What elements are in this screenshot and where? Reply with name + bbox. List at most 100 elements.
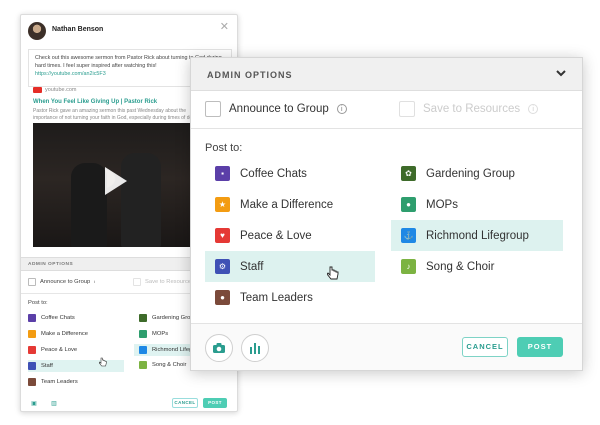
group-item-peace-love-small[interactable]: Peace & Love bbox=[28, 345, 77, 355]
admin-checkbox-row: Announce to Group i Save to Resources i bbox=[191, 91, 582, 129]
group-label: MOPs bbox=[152, 331, 169, 337]
star-icon bbox=[28, 330, 36, 338]
preview-source: youtube.com bbox=[33, 87, 77, 93]
group-item-team-leaders[interactable]: ● Team Leaders bbox=[205, 282, 375, 313]
video-person bbox=[121, 153, 161, 247]
group-item-song-choir[interactable]: ♪ Song & Choir bbox=[391, 251, 563, 282]
group-item-make-a-difference[interactable]: ★ Make a Difference bbox=[205, 189, 375, 220]
anchor-icon bbox=[139, 346, 147, 354]
group-label: Team Leaders bbox=[240, 291, 313, 304]
group-label: Staff bbox=[240, 260, 264, 273]
save-resources-label: Save to Resources bbox=[423, 103, 521, 115]
group-icon bbox=[139, 330, 147, 338]
group-label: Richmond Lifegr bbox=[152, 347, 195, 353]
person-icon: ● bbox=[215, 290, 230, 305]
chat-icon: ▪ bbox=[215, 166, 230, 181]
group-label: Richmond Lifegroup bbox=[426, 229, 529, 242]
pointer-cursor-icon bbox=[327, 266, 339, 280]
group-item-mops-small[interactable]: MOPs bbox=[139, 329, 168, 339]
modal-header: Nathan Benson ✕ bbox=[21, 15, 237, 47]
footer-icons: ▣ ▥ bbox=[28, 397, 60, 409]
checkbox[interactable] bbox=[28, 278, 36, 286]
group-label: Peace & Love bbox=[41, 347, 78, 353]
group-item-song-choir-small[interactable]: Song & Choir bbox=[139, 360, 186, 370]
group-label: Song & Choir bbox=[152, 362, 187, 368]
chat-icon bbox=[28, 314, 36, 322]
preview-source-text: youtube.com bbox=[45, 87, 77, 93]
author-name: Nathan Benson bbox=[52, 26, 104, 33]
group-item-coffee-chats[interactable]: ▪ Coffee Chats bbox=[205, 158, 375, 189]
group-label: Coffee Chats bbox=[41, 315, 75, 321]
info-icon[interactable]: i bbox=[336, 104, 347, 114]
close-icon[interactable]: ✕ bbox=[220, 22, 229, 33]
group-item-richmond-lifegroup[interactable]: ⚓ Richmond Lifegroup bbox=[391, 220, 563, 251]
link-preview-card[interactable]: youtube.com When You Feel Like Giving Up… bbox=[33, 87, 201, 247]
group-item-peace-love[interactable]: ♥ Peace & Love bbox=[205, 220, 375, 251]
info-icon: i bbox=[94, 279, 96, 284]
group-label: MOPs bbox=[426, 198, 458, 211]
group-item-gardening-small[interactable]: Gardening Group bbox=[139, 313, 197, 323]
group-item-mops[interactable]: ● MOPs bbox=[391, 189, 563, 220]
group-item-staff[interactable]: ⚙ Staff bbox=[205, 251, 375, 282]
avatar bbox=[28, 22, 46, 40]
heart-icon: ♥ bbox=[215, 228, 230, 243]
group-item-make-a-difference-small[interactable]: Make a Difference bbox=[28, 329, 88, 339]
star-icon: ★ bbox=[215, 197, 230, 212]
save-resources-checkbox bbox=[399, 101, 415, 117]
youtube-icon bbox=[33, 87, 42, 93]
preview-title[interactable]: When You Feel Like Giving Up | Pastor Ri… bbox=[33, 99, 157, 105]
save-resources-checkbox-small: Save to Resources bbox=[133, 278, 194, 286]
panel-footer: CANCEL POST bbox=[191, 323, 582, 370]
group-item-gardening-group[interactable]: ✿ Gardening Group bbox=[391, 158, 563, 189]
checkbox bbox=[133, 278, 141, 286]
admin-options-header[interactable]: ADMIN OPTIONS bbox=[191, 58, 582, 91]
camera-button[interactable] bbox=[205, 334, 233, 362]
group-label: Coffee Chats bbox=[240, 167, 307, 180]
chevron-down-icon[interactable] bbox=[554, 66, 568, 80]
poll-icon bbox=[250, 343, 260, 354]
save-to-resources-option: Save to Resources i bbox=[399, 101, 539, 117]
group-label: Gardening Group bbox=[426, 167, 515, 180]
group-label: Peace & Love bbox=[240, 229, 312, 242]
announce-checkbox-small[interactable]: Announce to Group i bbox=[28, 278, 100, 286]
group-item-staff-small[interactable]: Staff bbox=[28, 360, 124, 372]
music-icon bbox=[139, 361, 147, 369]
group-label: Make a Difference bbox=[41, 331, 88, 337]
cancel-button-small[interactable]: CANCEL bbox=[172, 398, 198, 408]
plant-icon: ✿ bbox=[401, 166, 416, 181]
music-icon: ♪ bbox=[401, 259, 416, 274]
camera-icon[interactable]: ▣ bbox=[28, 397, 40, 409]
post-to-label: Post to: bbox=[205, 142, 243, 154]
admin-options-title: ADMIN OPTIONS bbox=[207, 70, 293, 80]
camera-icon bbox=[213, 343, 225, 353]
announce-label-small: Announce to Group bbox=[40, 279, 91, 285]
gear-icon bbox=[28, 362, 36, 370]
group-label: Song & Choir bbox=[426, 260, 495, 273]
group-icon: ● bbox=[401, 197, 416, 212]
poll-button[interactable] bbox=[241, 334, 269, 362]
heart-icon bbox=[28, 346, 36, 354]
video-thumbnail[interactable] bbox=[33, 123, 201, 247]
announce-to-group-option[interactable]: Announce to Group i bbox=[205, 101, 347, 117]
group-label: Team Leaders bbox=[41, 379, 78, 385]
plant-icon bbox=[139, 314, 147, 322]
cancel-button[interactable]: CANCEL bbox=[462, 337, 508, 357]
post-to-label-small: Post to: bbox=[28, 300, 48, 306]
save-label-small: Save to Resources bbox=[145, 279, 194, 285]
post-button-small[interactable]: POST bbox=[203, 398, 227, 408]
announce-label: Announce to Group bbox=[229, 103, 329, 115]
info-icon: i bbox=[528, 104, 539, 114]
anchor-icon: ⚓ bbox=[401, 228, 416, 243]
video-person bbox=[71, 163, 107, 247]
message-text-line1: Check out this awesome sermon from Pasto… bbox=[35, 55, 206, 61]
group-item-team-leaders-small[interactable]: Team Leaders bbox=[28, 377, 78, 387]
poll-icon[interactable]: ▥ bbox=[48, 397, 60, 409]
admin-options-panel: ADMIN OPTIONS Announce to Group i Save t… bbox=[190, 57, 583, 371]
group-label: Make a Difference bbox=[240, 198, 334, 211]
play-icon[interactable] bbox=[105, 167, 127, 195]
announce-checkbox[interactable] bbox=[205, 101, 221, 117]
gear-icon: ⚙ bbox=[215, 259, 230, 274]
group-label: Staff bbox=[41, 363, 53, 369]
group-item-coffee-chats-small[interactable]: Coffee Chats bbox=[28, 313, 75, 323]
post-button[interactable]: POST bbox=[517, 337, 563, 357]
